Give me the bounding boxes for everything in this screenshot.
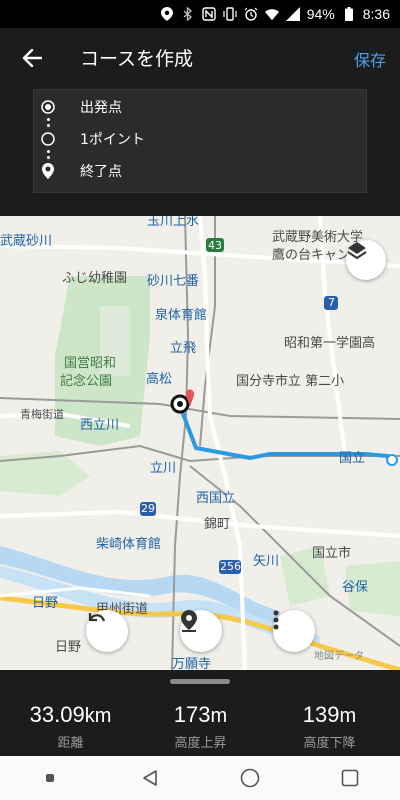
vibrate-icon	[223, 7, 237, 21]
map-label: 国営昭和	[64, 356, 117, 371]
page-title: コースを作成	[80, 48, 194, 70]
map-label: 泉体育館	[155, 308, 208, 323]
route-points-panel: 出発点 1ポイント 終了点	[33, 89, 367, 193]
map-copyright: 地図データ	[314, 651, 364, 662]
map-label: 国分寺市立 第二小	[236, 374, 345, 389]
more-vertical-icon[interactable]	[273, 610, 315, 652]
stat-value: 139	[302, 702, 340, 727]
map-label: 矢川	[253, 554, 280, 569]
overview-square-icon[interactable]	[330, 758, 370, 798]
signal-icon	[285, 7, 300, 21]
route-number: 7	[328, 296, 335, 309]
route-row-end[interactable]: 終了点	[34, 156, 368, 186]
route-label-end: 終了点	[80, 164, 122, 180]
map-label: 日野	[32, 596, 59, 611]
back-arrow-icon[interactable]	[16, 42, 48, 74]
map-label: 谷保	[342, 580, 369, 595]
route-number: 256	[220, 560, 241, 573]
map-label: 国立	[339, 451, 366, 466]
location-icon	[160, 7, 174, 21]
route-number: 43	[208, 239, 222, 252]
map-label: 武蔵砂川	[0, 234, 53, 249]
map-label: 柴崎体育館	[96, 537, 162, 552]
wifi-icon	[264, 7, 279, 21]
waypoint-marker	[386, 454, 398, 466]
stat-elevation-gain: 173m 高度上昇	[134, 702, 267, 751]
stat-value: 33.09	[29, 702, 85, 727]
status-bar: 94% 8:36	[0, 0, 400, 28]
map-label: 玉川上水	[147, 216, 200, 229]
map-label: 立川	[150, 461, 177, 476]
stat-elevation-loss: 139m 高度下降	[263, 702, 396, 751]
system-nav-bar	[0, 756, 400, 800]
nfc-icon	[202, 7, 216, 21]
map-canvas	[0, 216, 400, 670]
map-label: 錦町	[204, 517, 231, 532]
app-bar: コースを作成 保存 出発点 1ポイント 終了点	[0, 28, 400, 216]
course-stats-panel: 33.09km 距離 173m 高度上昇 139m 高度下降	[0, 670, 400, 756]
home-circle-icon[interactable]	[230, 758, 270, 798]
map-label: 万願寺	[172, 657, 212, 670]
save-button[interactable]: 保存	[354, 47, 386, 71]
main-road	[0, 509, 400, 538]
route-row-start[interactable]: 出発点	[34, 92, 368, 122]
map-label: 昭和第一学園高	[284, 336, 376, 351]
stat-unit: km	[84, 705, 112, 727]
stat-label: 高度下降	[303, 736, 356, 751]
map-view[interactable]: 玉川上水 武蔵砂川 武蔵野美術大学 鷹の台キャン ふじ幼稚園 砂川七番 泉体育館…	[0, 216, 400, 670]
back-triangle-icon[interactable]	[130, 758, 170, 798]
route-label-waypoint: 1ポイント	[80, 132, 145, 148]
bluetooth-icon	[181, 7, 195, 21]
map-label: 西立川	[80, 418, 120, 433]
stat-label: 距離	[57, 736, 84, 751]
drag-handle[interactable]	[170, 679, 230, 684]
route-label-start: 出発点	[80, 100, 122, 116]
battery-percent: 94%	[306, 6, 335, 22]
map-label: 鷹の台キャン	[272, 248, 351, 263]
start-point-icon	[40, 99, 56, 115]
map-label: 記念公園	[60, 374, 113, 389]
undo-icon[interactable]	[86, 610, 128, 652]
recents-dot-icon[interactable]	[30, 758, 70, 798]
end-pin-icon	[40, 163, 56, 179]
waypoint-icon	[40, 131, 56, 147]
map-label: 高松	[146, 372, 173, 387]
stat-unit: m	[339, 705, 357, 727]
map-label: 砂川七番	[147, 274, 200, 289]
alarm-icon	[244, 7, 258, 21]
map-label: 日野	[55, 640, 82, 655]
map-label: 国立市	[312, 546, 352, 561]
route-row-waypoint[interactable]: 1ポイント	[34, 124, 368, 154]
map-label: ふじ幼稚園	[62, 271, 128, 286]
map-label: 西国立	[196, 491, 236, 506]
route-number: 29	[141, 502, 155, 515]
stat-label: 高度上昇	[174, 736, 227, 751]
status-time: 8:36	[362, 6, 390, 22]
layers-icon[interactable]	[346, 240, 386, 280]
map-label: 立飛	[170, 341, 197, 356]
map-label: 青梅街道	[20, 408, 64, 421]
add-pin-icon[interactable]	[180, 610, 222, 652]
battery-icon	[342, 7, 356, 21]
stat-unit: m	[210, 705, 228, 727]
stat-value: 173	[173, 702, 211, 727]
stat-distance: 33.09km 距離	[4, 702, 137, 751]
